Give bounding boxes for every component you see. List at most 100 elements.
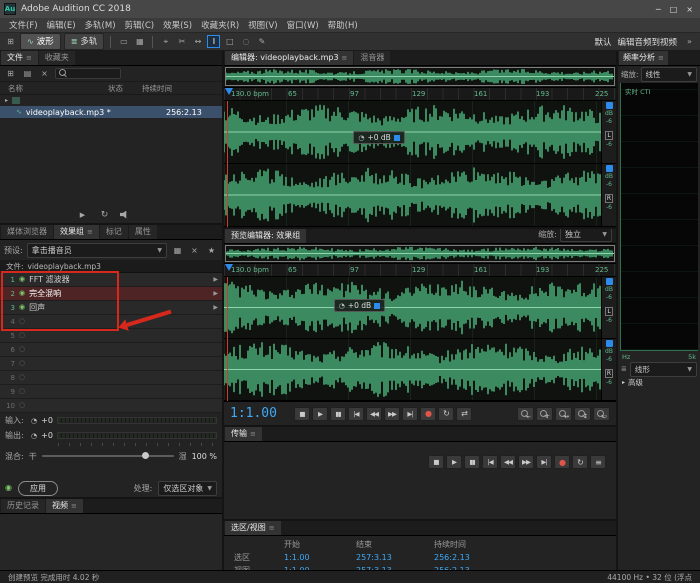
transport-rewind-button[interactable]: ◀◀ <box>500 455 516 469</box>
playhead-marker[interactable] <box>225 88 233 95</box>
menu-help[interactable]: 帮助(H) <box>324 18 362 32</box>
zoom-out-horizontal-icon[interactable]: ↔ <box>555 407 572 421</box>
column-name[interactable]: 名称 <box>0 83 108 94</box>
power-icon[interactable]: ○ <box>19 332 25 339</box>
panel-menu-icon[interactable]: ≡ <box>26 54 32 62</box>
rack-power-icon[interactable]: ◉ <box>5 484 12 492</box>
search-box[interactable] <box>55 68 121 79</box>
preview-overview-waveform[interactable] <box>225 245 615 262</box>
power-icon[interactable]: ○ <box>19 318 25 325</box>
editor-timeline-ruler[interactable]: 130.0 bpm 65 97 129 161 193 225 <box>224 88 616 101</box>
workspace-default-button[interactable]: 默认 <box>594 36 611 48</box>
menu-favorites[interactable]: 收藏夹(R) <box>197 18 243 32</box>
tab-favorites[interactable]: 收藏夹 <box>39 51 75 65</box>
tab-selection-view[interactable]: 选区/视图≡ <box>225 521 281 535</box>
pause-button[interactable]: ▮▮ <box>330 407 346 421</box>
transport-play-button[interactable]: ▶ <box>446 455 462 469</box>
transport-skip-forward-button[interactable]: ▶| <box>536 455 552 469</box>
right-channel-badge[interactable]: R <box>605 194 613 203</box>
preview-zoom-dropdown[interactable]: 独立▼ <box>560 229 612 242</box>
effect-slot-9[interactable]: 9 ○ <box>0 385 222 399</box>
file-row-selected[interactable]: ∿ videoplayback.mp3 * 256:2.13 <box>0 106 222 118</box>
power-icon[interactable]: ◉ <box>19 304 25 311</box>
waveform-mode-button[interactable]: ∿波形 <box>20 33 61 50</box>
panel-menu-icon[interactable]: ≡ <box>250 430 256 438</box>
speaker-icon[interactable] <box>120 211 129 219</box>
volume-hud[interactable]: ◔ +0 dB <box>353 131 404 144</box>
mix-slider[interactable] <box>42 455 174 457</box>
hud-gain-value[interactable]: +0 dB <box>367 133 390 142</box>
zoom-out-icon[interactable]: − <box>517 407 534 421</box>
fast-forward-button[interactable]: ▶▶ <box>384 407 400 421</box>
playhead-marker[interactable] <box>225 264 233 271</box>
input-gain-value[interactable]: +0 <box>41 416 53 425</box>
zoom-in-vertical-icon[interactable]: ↕ <box>574 407 591 421</box>
selection-start-value[interactable]: 1:1.00 <box>284 553 356 562</box>
open-file-icon[interactable]: ▤ <box>21 67 34 80</box>
left-channel-badge[interactable]: L <box>605 307 612 316</box>
menu-multitrack[interactable]: 多轨(M) <box>81 18 120 32</box>
menu-effects[interactable]: 效果(S) <box>159 18 196 32</box>
preview-timeline-ruler[interactable]: 130.0 bpm 65 97 129 161 193 225 <box>224 264 616 277</box>
effect-slot-7[interactable]: 7 ○ <box>0 357 222 371</box>
rewind-button[interactable]: ◀◀ <box>366 407 382 421</box>
chevron-right-icon[interactable]: ▶ <box>213 276 218 283</box>
expand-chevron-icon[interactable]: ▸ <box>5 97 8 104</box>
effect-slot-2[interactable]: 2 ◉ 完全混响 ▶ <box>0 287 222 301</box>
effect-slot-4[interactable]: 4 ○ <box>0 315 222 329</box>
right-channel-waveform[interactable] <box>224 164 601 226</box>
power-icon[interactable]: ○ <box>19 402 25 409</box>
hud-keyframe-icon[interactable] <box>394 135 400 141</box>
power-icon[interactable]: ○ <box>19 360 25 367</box>
power-icon[interactable]: ◉ <box>19 290 25 297</box>
panel-menu-icon[interactable]: ≡ <box>87 228 93 236</box>
move-tool-icon[interactable]: ⌖ <box>159 35 172 48</box>
process-dropdown[interactable]: 仅选区对象▼ <box>158 481 217 496</box>
favorite-star-icon[interactable]: ★ <box>205 244 218 257</box>
chevron-right-icon[interactable]: ▶ <box>213 304 218 311</box>
skip-back-button[interactable]: |◀ <box>348 407 364 421</box>
advanced-section-toggle[interactable]: ▸ 高级 <box>618 376 700 389</box>
selection-end-value[interactable]: 257:3.13 <box>356 553 434 562</box>
channel-enable-button[interactable] <box>606 278 613 285</box>
input-knob-icon[interactable]: ◔ <box>31 417 37 425</box>
right-channel-lane[interactable]: dB -6 R -6 <box>224 164 616 227</box>
multitrack-mode-button[interactable]: ≣多轨 <box>64 33 105 50</box>
preset-dropdown[interactable]: 拿击播音员▼ <box>27 243 167 258</box>
preview-play-icon[interactable]: ▶ <box>76 208 89 221</box>
line-shape-dropdown[interactable]: 线形▼ <box>630 362 697 377</box>
frequency-graph[interactable]: 实时 CTI <box>620 83 698 351</box>
chevron-right-icon[interactable]: ▶ <box>213 290 218 297</box>
effect-slot-3[interactable]: 3 ◉ 回声 ▶ <box>0 301 222 315</box>
preview-left-waveform[interactable] <box>224 277 601 338</box>
editor-waveform-area[interactable]: dB -6 L -6 dB -6 R -6 <box>224 101 616 227</box>
paintbrush-tool-icon[interactable]: ✎ <box>255 35 268 48</box>
mix-slider-knob[interactable] <box>142 452 149 459</box>
close-button[interactable]: × <box>686 5 693 14</box>
menu-file[interactable]: 文件(F) <box>5 18 42 32</box>
panel-menu-icon[interactable]: ≡ <box>269 524 275 532</box>
menu-clip[interactable]: 剪辑(C) <box>121 18 159 32</box>
tab-effects-rack[interactable]: 效果组≡ <box>54 225 99 239</box>
transport-record-button[interactable]: ● <box>554 455 570 469</box>
panel-menu-icon[interactable]: ≡ <box>71 502 77 510</box>
skip-forward-button[interactable]: ▶| <box>402 407 418 421</box>
hud-keyframe-icon[interactable] <box>374 303 380 309</box>
delete-preset-icon[interactable]: × <box>188 244 201 257</box>
workspace-grid-icon[interactable]: ⊞ <box>4 35 17 48</box>
menu-view[interactable]: 视图(V) <box>244 18 281 32</box>
menu-edit[interactable]: 编辑(E) <box>43 18 80 32</box>
marquee-tool-icon[interactable]: □ <box>223 35 236 48</box>
lasso-tool-icon[interactable]: ◌ <box>239 35 252 48</box>
show-spectral-view-icon[interactable]: ▦ <box>133 35 146 48</box>
transport-skip-back-button[interactable]: |◀ <box>482 455 498 469</box>
selection-duration-value[interactable]: 256:2.13 <box>434 553 518 562</box>
effect-slot-5[interactable]: 5 ○ <box>0 329 222 343</box>
transport-loop-button[interactable]: ↻ <box>572 455 588 469</box>
tab-video[interactable]: 视频≡ <box>46 499 83 513</box>
channel-enable-button[interactable] <box>606 340 613 347</box>
power-icon[interactable]: ○ <box>19 346 25 353</box>
column-status[interactable]: 状态 <box>108 83 142 94</box>
maximize-button[interactable]: □ <box>670 5 678 14</box>
power-icon[interactable]: ○ <box>19 388 25 395</box>
